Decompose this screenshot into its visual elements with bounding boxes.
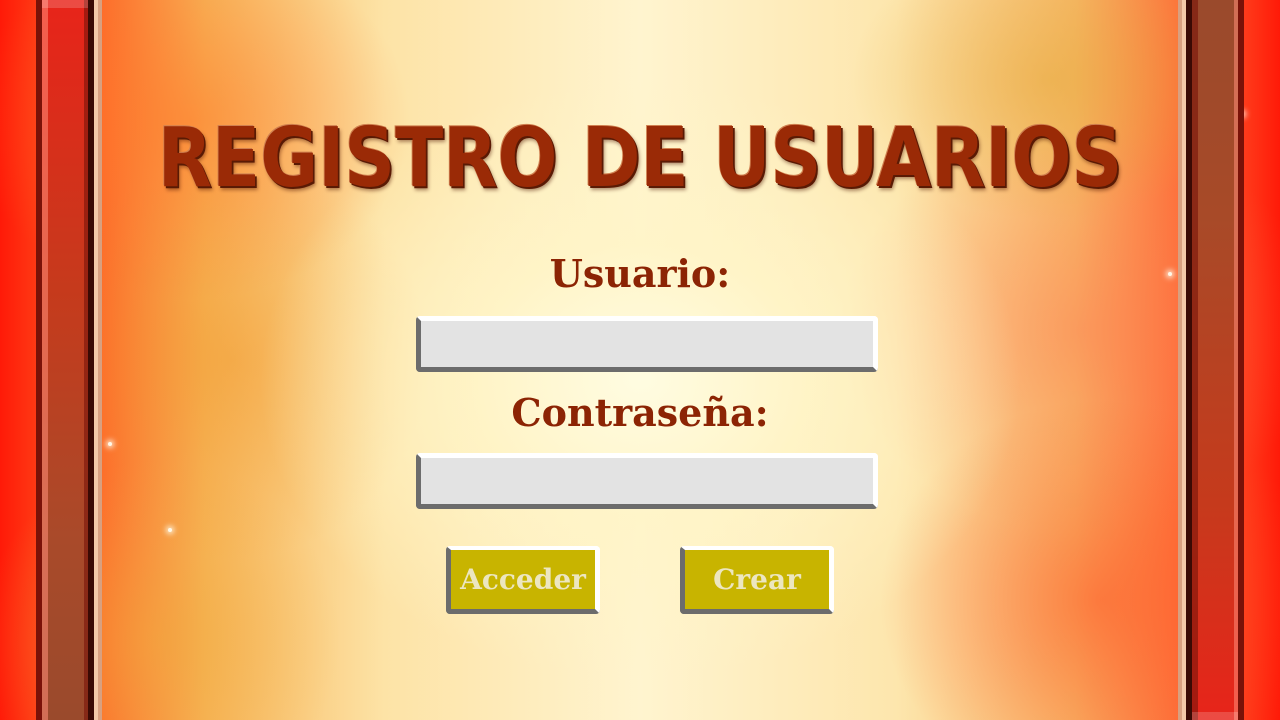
username-label: Usuario: <box>549 251 731 296</box>
sparkle-decoration <box>108 442 112 446</box>
page-title: REGISTRO DE USUARIOS <box>157 111 1123 206</box>
sparkle-decoration <box>168 528 172 532</box>
password-input[interactable] <box>416 453 878 509</box>
login-button[interactable]: Acceder <box>446 546 600 614</box>
username-input[interactable] <box>416 316 878 372</box>
password-label: Contraseña: <box>511 390 769 435</box>
left-pillar <box>36 0 94 720</box>
create-button[interactable]: Crear <box>680 546 834 614</box>
right-pillar <box>1186 0 1244 720</box>
